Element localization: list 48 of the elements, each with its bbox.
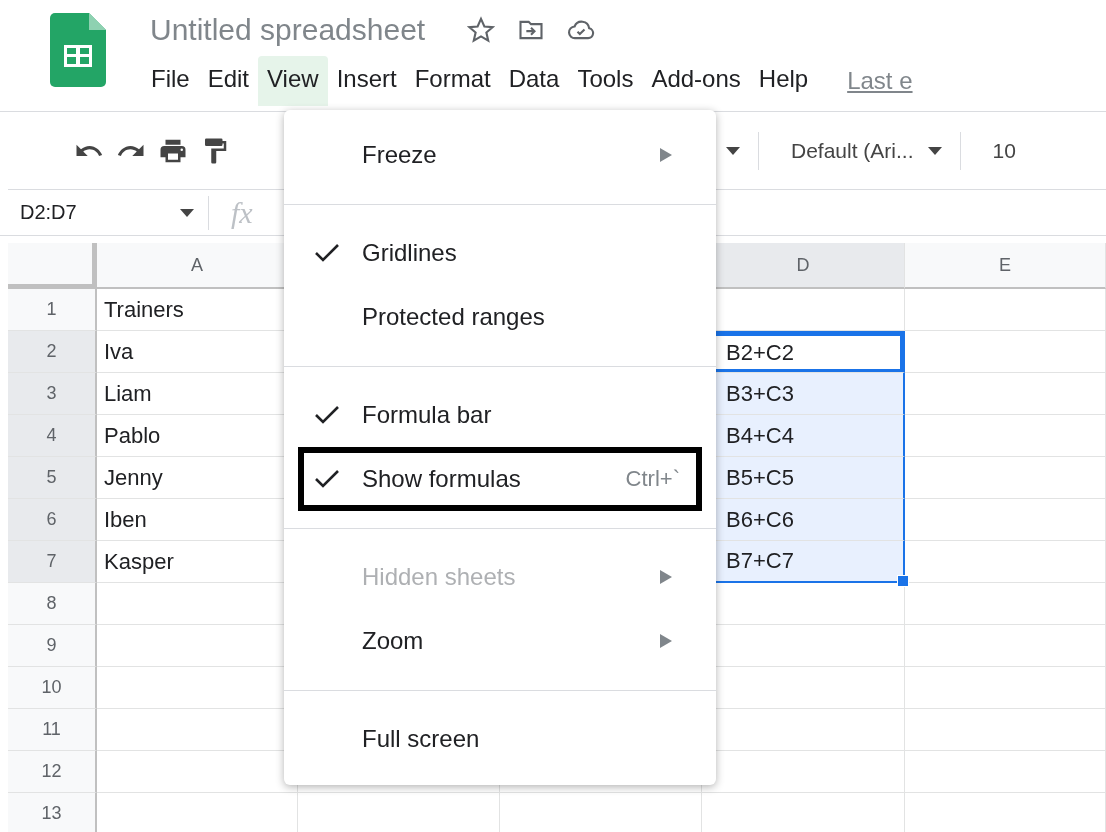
row-header[interactable]: 6 <box>8 499 97 541</box>
menu-option[interactable]: Full screen <box>298 707 702 771</box>
menu-option[interactable]: Formula bar <box>298 383 702 447</box>
menu-item[interactable]: View <box>258 56 328 106</box>
fill-handle[interactable] <box>897 575 909 587</box>
font-dropdown[interactable]: Default (Ari... <box>791 138 914 163</box>
menu-option[interactable]: Show formulas Ctrl+` <box>298 447 702 511</box>
caret-icon[interactable] <box>726 146 740 155</box>
submenu-arrow-icon <box>660 570 672 584</box>
font-size-field[interactable]: 10 <box>992 138 1016 163</box>
row-header[interactable]: 13 <box>8 793 97 832</box>
menu-item[interactable]: Format <box>405 56 500 106</box>
document-title[interactable]: Untitled spreadsheet <box>150 13 426 47</box>
submenu-arrow-icon <box>660 634 672 648</box>
menu-item[interactable]: Help <box>749 56 818 106</box>
menu-item[interactable]: Edit <box>198 56 259 106</box>
fx-label: fx <box>231 195 253 230</box>
row-header[interactable]: 10 <box>8 667 97 709</box>
submenu-arrow-icon <box>660 148 672 162</box>
menu-item[interactable]: Add-ons <box>642 56 750 106</box>
row-header[interactable]: 11 <box>8 709 97 751</box>
menu-item[interactable]: File <box>142 56 199 106</box>
menu-item[interactable]: Insert <box>327 56 406 106</box>
name-box[interactable]: D2:D7 <box>20 201 180 224</box>
menu-option[interactable]: Zoom <box>298 609 702 673</box>
checkmark-icon <box>314 468 340 490</box>
column-header[interactable]: E <box>905 243 1106 289</box>
row-header[interactable]: 12 <box>8 751 97 793</box>
row-header[interactable]: 4 <box>8 415 97 457</box>
row-header[interactable]: 2 <box>8 331 97 373</box>
menu-item[interactable]: Data <box>499 56 569 106</box>
menu-item[interactable]: Tools <box>568 56 643 106</box>
spreadsheet-logo-icon[interactable] <box>50 13 106 87</box>
row-header[interactable]: 5 <box>8 457 97 499</box>
checkmark-icon <box>314 404 340 426</box>
row-header[interactable]: 9 <box>8 625 97 667</box>
menu-option[interactable]: Protected ranges <box>298 285 702 349</box>
menu-option[interactable]: Gridlines <box>298 221 702 285</box>
row-header[interactable]: 1 <box>8 289 97 331</box>
row-header[interactable]: 3 <box>8 373 97 415</box>
row-header[interactable]: 7 <box>8 541 97 583</box>
checkmark-icon <box>314 242 340 264</box>
caret-icon[interactable] <box>180 208 194 217</box>
menu-option[interactable]: Freeze <box>298 123 702 187</box>
row-header[interactable]: 8 <box>8 583 97 625</box>
star-icon[interactable] <box>467 16 496 44</box>
last-edit-link[interactable]: Last e <box>847 67 913 95</box>
caret-icon[interactable] <box>927 146 942 155</box>
